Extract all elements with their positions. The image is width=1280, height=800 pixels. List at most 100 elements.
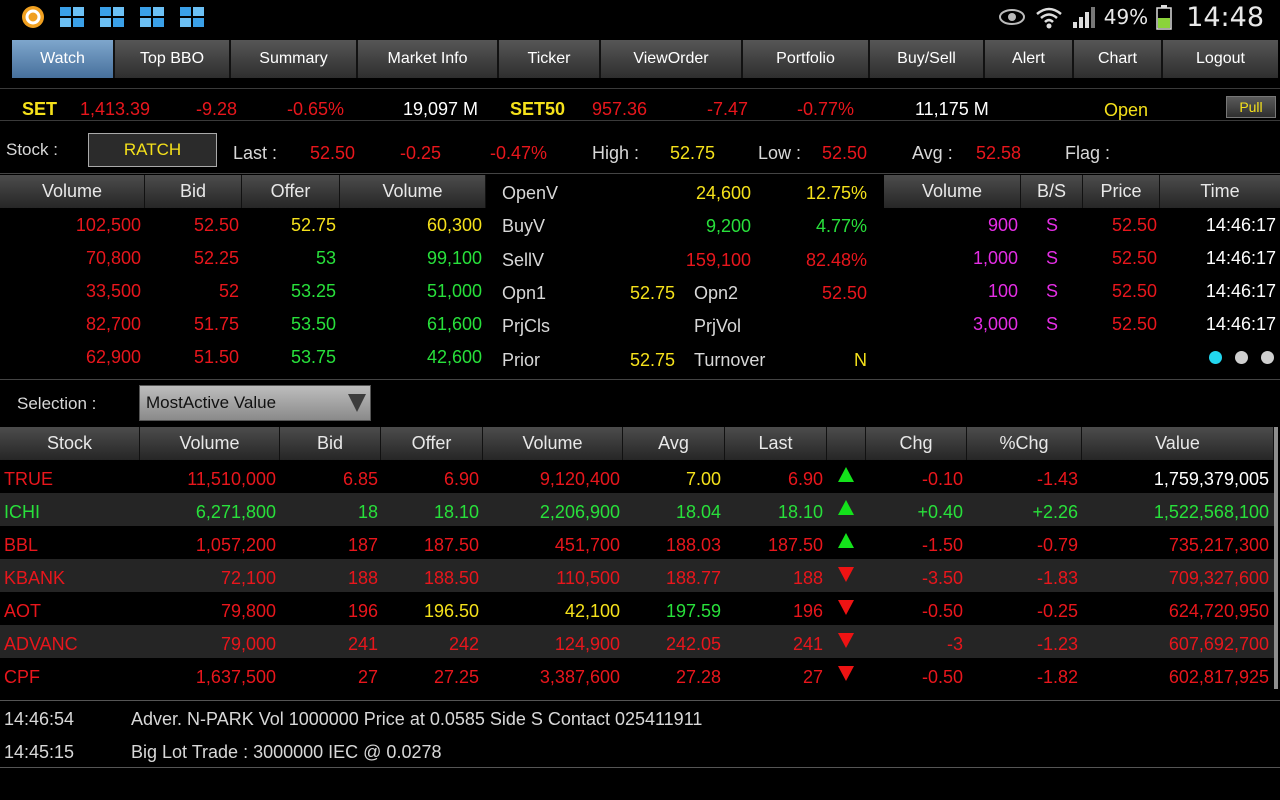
col-last[interactable]: Last	[725, 427, 827, 460]
signal-icon	[1072, 7, 1095, 28]
avg-label: Avg :	[912, 143, 953, 163]
row-stock: BBL	[4, 535, 39, 555]
row-offer-volume: 110,500	[556, 568, 620, 588]
row-offer-volume: 124,900	[554, 634, 620, 654]
row-avg: 188.77	[665, 568, 721, 588]
tab-ticker[interactable]: Ticker	[499, 40, 601, 78]
flag-label: Flag :	[1065, 143, 1111, 163]
set50-index-value: 957.36	[592, 99, 648, 119]
tab-summary[interactable]: Summary	[231, 40, 358, 78]
row-offer: 27.25	[433, 667, 479, 687]
bid-price: 51.75	[193, 314, 239, 334]
stacked-boxes-icon	[180, 7, 204, 27]
tab-chart[interactable]: Chart	[1074, 40, 1163, 78]
tab-market-info[interactable]: Market Info	[358, 40, 499, 78]
tab-buy-sell[interactable]: Buy/Sell	[870, 40, 985, 78]
col-offer-volume[interactable]: Volume	[483, 427, 623, 460]
row-volume: 79,000	[220, 634, 276, 654]
row-chg: -0.50	[921, 667, 963, 687]
col-volume[interactable]: Volume	[140, 427, 280, 460]
up-arrow-icon	[838, 467, 854, 482]
row-offer-volume: 2,206,900	[539, 502, 620, 522]
tab-watch[interactable]: Watch	[12, 40, 115, 78]
buyv-label: BuyV	[502, 216, 546, 236]
stock-label: Stock :	[6, 140, 58, 159]
row-last: 241	[792, 634, 823, 654]
bid-price: 52	[218, 281, 239, 301]
status-bar: 49% 14:48	[0, 0, 1280, 33]
down-arrow-icon	[838, 633, 854, 648]
col-chg[interactable]: Chg	[866, 427, 967, 460]
eye-icon	[998, 9, 1025, 25]
offer-price: 53	[315, 248, 336, 268]
table-row[interactable]: AOT 79,800 196 196.50 42,100 197.59 196 …	[0, 592, 1274, 625]
prior-value: 52.75	[629, 350, 675, 370]
ticker-time: 14:46:17	[1205, 215, 1276, 235]
status-clock: 14:48	[1186, 1, 1264, 33]
stacked-boxes-icon	[60, 7, 84, 27]
row-offer: 6.90	[443, 469, 479, 489]
tab-logout[interactable]: Logout	[1163, 40, 1278, 78]
last-price: 52.50	[310, 143, 356, 163]
col-avg[interactable]: Avg	[623, 427, 725, 460]
ticker-side: S	[1046, 215, 1059, 235]
row-bid: 18	[357, 502, 378, 522]
set-index-change: -9.28	[196, 99, 238, 119]
offer-price: 53.25	[290, 281, 336, 301]
table-row[interactable]: ICHI 6,271,800 18 18.10 2,206,900 18.04 …	[0, 493, 1274, 526]
row-pct-chg: -1.43	[1036, 469, 1078, 489]
row-bid: 241	[347, 634, 378, 654]
table-row[interactable]: CPF 1,637,500 27 27.25 3,387,600 27.28 2…	[0, 658, 1274, 691]
tab-top-bbo[interactable]: Top BBO	[115, 40, 231, 78]
ticker-price: 52.50	[1111, 248, 1157, 268]
wifi-icon	[1035, 7, 1062, 29]
col-bid[interactable]: Bid	[280, 427, 381, 460]
pager-dot[interactable]	[1235, 351, 1248, 364]
opn2-value: 52.50	[821, 283, 867, 303]
row-chg: -0.50	[921, 601, 963, 621]
offer-price: 53.50	[290, 314, 336, 334]
row-value: 1,522,568,100	[1153, 502, 1269, 522]
table-scrollbar[interactable]	[1274, 427, 1278, 689]
row-pct-chg: +2.26	[1032, 502, 1078, 522]
row-offer: 18.10	[433, 502, 479, 522]
col-stock[interactable]: Stock	[0, 427, 140, 460]
battery-percentage: 49%	[1103, 5, 1149, 29]
col-offer[interactable]: Offer	[381, 427, 483, 460]
bid-price: 52.50	[193, 215, 239, 235]
table-row[interactable]: KBANK 72,100 188 188.50 110,500 188.77 1…	[0, 559, 1274, 592]
pager-dot-active[interactable]	[1209, 351, 1222, 364]
bid-volume: 102,500	[75, 215, 141, 235]
prior-label: Prior	[502, 350, 541, 370]
news-time: 14:45:15	[4, 742, 75, 762]
pull-button[interactable]: Pull	[1226, 96, 1276, 118]
table-row[interactable]: BBL 1,057,200 187 187.50 451,700 188.03 …	[0, 526, 1274, 559]
tab-alert[interactable]: Alert	[985, 40, 1074, 78]
row-pct-chg: -1.83	[1036, 568, 1078, 588]
row-offer-volume: 42,100	[564, 601, 620, 621]
high-label: High :	[592, 143, 640, 163]
stock-symbol-input[interactable]: RATCH	[88, 133, 217, 167]
tab-vieworder[interactable]: ViewOrder	[601, 40, 743, 78]
table-row[interactable]: ADVANC 79,000 241 242 124,900 242.05 241…	[0, 625, 1274, 658]
col-value[interactable]: Value	[1082, 427, 1274, 460]
bid-price: 52.25	[193, 248, 239, 268]
col-pct-chg[interactable]: %Chg	[967, 427, 1082, 460]
set50-index-name: SET50	[510, 99, 566, 119]
row-last: 27	[802, 667, 823, 687]
table-row[interactable]: TRUE 11,510,000 6.85 6.90 9,120,400 7.00…	[0, 460, 1274, 493]
set50-index-volume: 11,175 M	[915, 99, 989, 119]
row-pct-chg: -0.25	[1036, 601, 1078, 621]
notification-icons	[18, 4, 208, 30]
tab-portfolio[interactable]: Portfolio	[743, 40, 870, 78]
pager-dot[interactable]	[1261, 351, 1274, 364]
opn2-label: Opn2	[694, 283, 739, 303]
sellv-value: 159,100	[685, 250, 751, 270]
row-value: 607,692,700	[1168, 634, 1269, 654]
news-text: Big Lot Trade : 3000000 IEC @ 0.0278	[131, 742, 442, 762]
row-bid: 6.85	[342, 469, 378, 489]
row-avg: 188.03	[665, 535, 721, 555]
row-chg: -3.50	[921, 568, 963, 588]
selection-dropdown[interactable]: MostActive Value	[139, 385, 371, 421]
row-value: 624,720,950	[1168, 601, 1269, 621]
